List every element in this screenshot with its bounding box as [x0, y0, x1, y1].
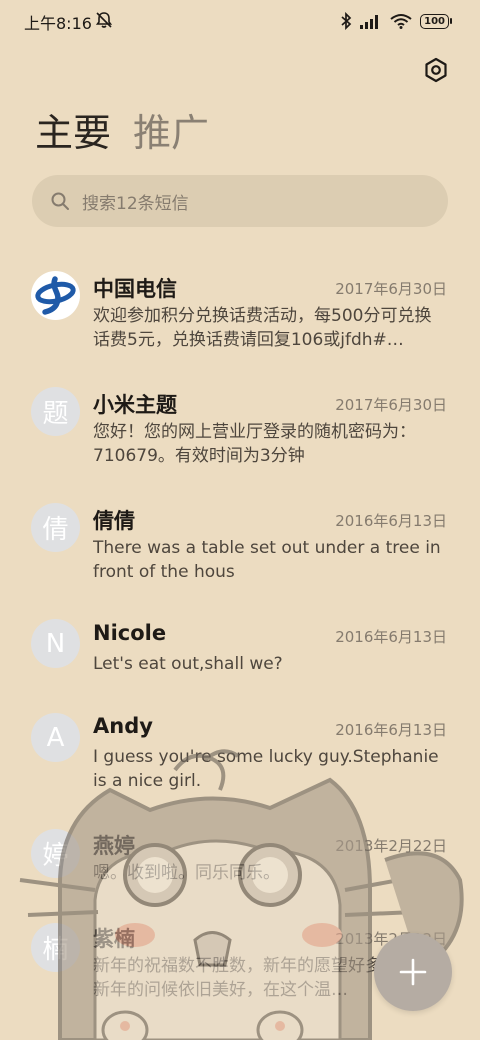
conversation-date: 2016年6月13日: [335, 512, 447, 530]
conversation-item[interactable]: 婷 燕婷 2013年2月22日 嗯。收到啦。同乐同乐。: [0, 815, 480, 901]
conversation-preview: 您好！您的网上营业厅登录的随机密码为：710679。有效时间为3分钟: [93, 422, 416, 466]
conversation-name: 紫楠: [93, 927, 135, 951]
signal-icon: [360, 15, 379, 29]
avatar: A: [31, 713, 80, 762]
conversation-name: 倩倩: [93, 509, 135, 533]
status-bar: 上午8:16 100: [0, 0, 480, 40]
avatar: 题: [31, 387, 80, 436]
conversation-name: Andy: [93, 714, 153, 738]
conversation-preview: I guess you're some lucky guy.Stephanie …: [93, 747, 439, 791]
conversation-preview: 欢迎参加积分兑换话费活动，每500分可兑换话费5元，兑换话费请回复106或jfd…: [93, 306, 432, 350]
china-telecom-logo-icon: [31, 271, 80, 320]
search-input[interactable]: 搜索12条短信: [32, 175, 448, 227]
conversation-date: 2017年6月30日: [335, 280, 447, 298]
mute-alarm-icon: [95, 12, 113, 28]
conversation-preview: There was a table set out under a tree i…: [93, 538, 441, 582]
conversation-name: 小米主题: [93, 393, 177, 417]
conversation-item[interactable]: 倩 倩倩 2016年6月13日 There was a table set ou…: [0, 490, 480, 600]
conversation-date: 2017年6月30日: [335, 396, 447, 414]
plus-icon: [399, 958, 427, 986]
conversation-item[interactable]: 中国电信 2017年6月30日 欢迎参加积分兑换话费活动，每500分可兑换话费5…: [0, 258, 480, 368]
bluetooth-icon: [341, 12, 352, 30]
avatar: 婷: [31, 829, 80, 878]
battery-level: 100: [420, 13, 449, 29]
conversation-date: 2016年6月13日: [335, 628, 447, 646]
tab-bar: 主要 推广: [35, 108, 209, 158]
tab-promotions[interactable]: 推广: [133, 108, 209, 158]
battery-icon: 100: [420, 13, 452, 29]
settings-icon: [425, 57, 447, 83]
status-icons: 100: [340, 11, 452, 31]
conversation-item[interactable]: A Andy 2016年6月13日 I guess you're some lu…: [0, 699, 480, 809]
conversation-date: 2016年6月13日: [335, 721, 447, 739]
conversation-item[interactable]: 题 小米主题 2017年6月30日 您好！您的网上营业厅登录的随机密码为：710…: [0, 374, 480, 484]
new-message-button[interactable]: [374, 933, 452, 1011]
tab-primary[interactable]: 主要: [35, 108, 111, 158]
conversation-name: Nicole: [93, 621, 167, 645]
wifi-icon: [390, 14, 412, 29]
settings-button[interactable]: [418, 52, 454, 88]
conversation-preview: 嗯。收到啦。同乐同乐。: [93, 863, 280, 883]
search-placeholder: 搜索12条短信: [82, 193, 189, 214]
avatar: N: [31, 619, 80, 668]
conversation-date: 2013年2月22日: [335, 837, 447, 855]
conversation-name: 燕婷: [93, 834, 135, 858]
avatar: 楠: [31, 923, 80, 972]
search-icon: [51, 192, 69, 210]
status-time: 上午8:16: [24, 14, 92, 33]
conversation-item[interactable]: N Nicole 2016年6月13日 Let's eat out,shall …: [0, 606, 480, 692]
avatar: 倩: [31, 503, 80, 552]
conversation-name: 中国电信: [93, 277, 177, 301]
conversation-preview: Let's eat out,shall we?: [93, 654, 283, 674]
